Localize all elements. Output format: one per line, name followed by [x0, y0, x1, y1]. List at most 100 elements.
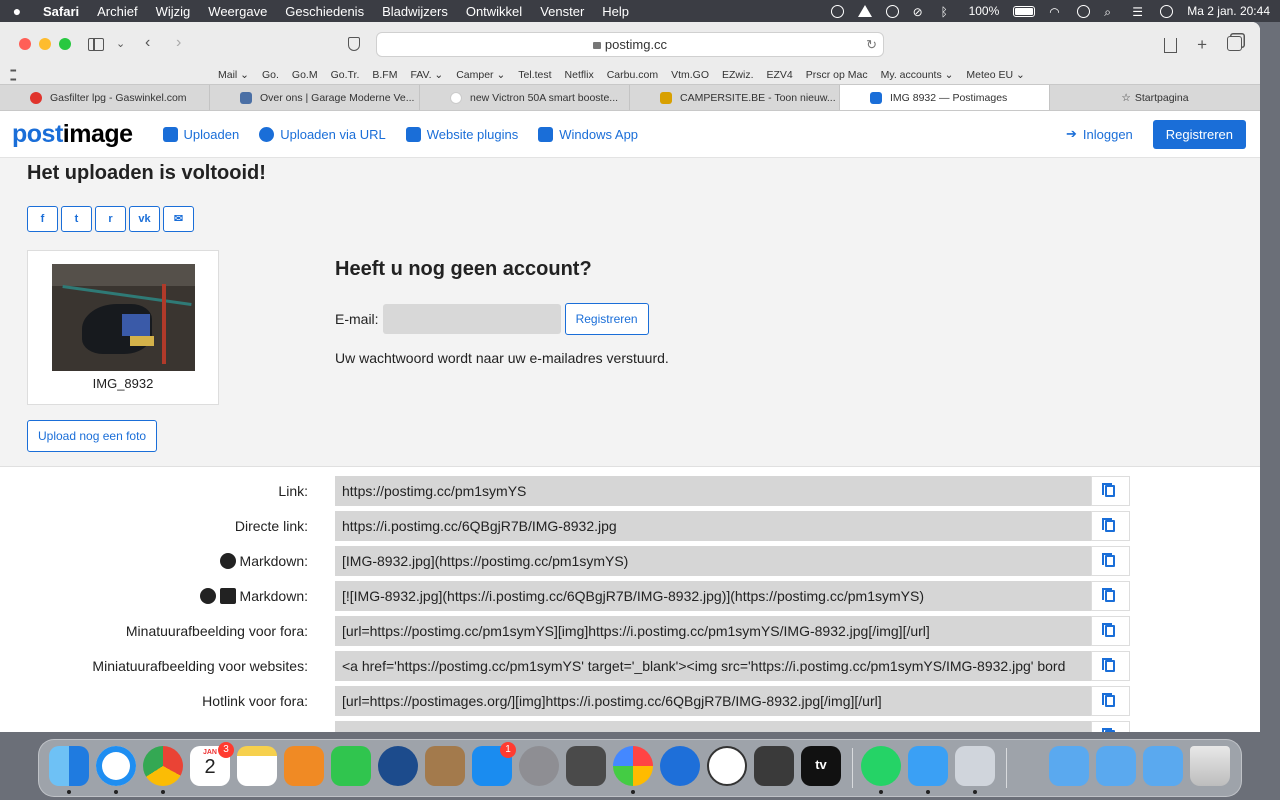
favorite-fav[interactable]: FAV. ⌄ — [410, 69, 443, 81]
numbers-icon[interactable] — [331, 746, 371, 786]
browser-tab[interactable]: CAMPERSITE.BE - Toon nieuw... — [630, 85, 840, 110]
menu-weergave[interactable]: Weergave — [199, 4, 276, 19]
drive-icon[interactable] — [857, 5, 872, 17]
twitter-share-icon[interactable]: t — [61, 206, 92, 232]
battery-icon[interactable] — [1013, 5, 1036, 17]
favorite-vtmgo[interactable]: Vtm.GO — [671, 69, 709, 81]
whatsapp-icon[interactable] — [861, 746, 901, 786]
favorite-bfm[interactable]: B.FM — [372, 69, 397, 81]
privacy-shield-icon[interactable] — [348, 37, 360, 51]
favorite-gotr[interactable]: Go.Tr. — [331, 69, 360, 81]
browser-tab[interactable]: Gasfilter lpg - Gaswinkel.com — [0, 85, 210, 110]
safari-icon[interactable] — [96, 746, 136, 786]
direct-link-value-field[interactable]: https://i.postimg.cc/6QBgjR7B/IMG-8932.j… — [335, 511, 1091, 541]
reddit-share-icon[interactable]: r — [95, 206, 126, 232]
contacts-icon[interactable] — [425, 746, 465, 786]
address-bar[interactable]: postimg.cc ↻ — [376, 32, 884, 57]
menu-geschiedenis[interactable]: Geschiedenis — [276, 4, 373, 19]
facebook-share-icon[interactable]: f — [27, 206, 58, 232]
favorite-netflix[interactable]: Netflix — [565, 69, 594, 81]
email-input[interactable] — [382, 304, 561, 334]
vk-share-icon[interactable]: vk — [129, 206, 160, 232]
favorites-grid-icon[interactable]: ▪▪▪ ▪▪▪ — [10, 66, 22, 84]
copy-button[interactable] — [1091, 651, 1130, 681]
share-icon[interactable] — [1164, 38, 1178, 53]
browser-tab[interactable]: new Victron 50A smart booste... — [420, 85, 630, 110]
reddit-markdown-value-field[interactable]: [IMG-8932.jpg](https://postimg.cc/pm1sym… — [335, 546, 1091, 576]
favorite-ezwiz[interactable]: EZwiz. — [722, 69, 754, 81]
chrome-icon[interactable] — [143, 746, 183, 786]
forward-button[interactable]: › — [176, 34, 181, 52]
menu-help[interactable]: Help — [593, 4, 638, 19]
browser-tab[interactable]: Over ons | Garage Moderne Ve... — [210, 85, 420, 110]
favorite-accounts[interactable]: My. accounts ⌄ — [881, 69, 954, 81]
favorite-meteo[interactable]: Meteo EU ⌄ — [966, 69, 1024, 81]
register-button[interactable]: Registreren — [1152, 119, 1246, 149]
close-window-button[interactable] — [19, 38, 31, 50]
uploaded-image-thumbnail[interactable] — [52, 264, 195, 371]
email-register-button[interactable]: Registreren — [564, 303, 649, 335]
menu-ontwikkel[interactable]: Ontwikkel — [457, 4, 531, 19]
app-store-icon[interactable]: 1 — [472, 742, 516, 786]
copy-button[interactable] — [1091, 616, 1130, 646]
photo-booth-icon[interactable] — [754, 746, 794, 786]
new-tab-icon[interactable]: + — [1197, 35, 1207, 55]
favorite-teltest[interactable]: Tel.test — [518, 69, 551, 81]
spotlight-icon[interactable]: ⌕ — [1104, 5, 1118, 19]
browser-tab-active[interactable]: IMG 8932 — Postimages — [840, 85, 1050, 110]
copy-button[interactable] — [1091, 581, 1130, 611]
wifi-icon[interactable]: ◠ — [1049, 5, 1063, 19]
postimage-logo[interactable]: postimage — [12, 120, 133, 149]
thumbnail-forum-value-field[interactable]: [url=https://postimg.cc/pm1symYS][img]ht… — [335, 616, 1091, 646]
system-settings-icon[interactable] — [519, 746, 559, 786]
menu-safari[interactable]: Safari — [34, 4, 88, 19]
bluetooth-icon[interactable]: ᛒ — [941, 5, 955, 19]
pages-icon[interactable] — [284, 746, 324, 786]
sidebar-toggle-icon[interactable] — [88, 38, 104, 51]
cut-off-value-field[interactable] — [335, 721, 1091, 732]
tab-overview-icon[interactable] — [1227, 36, 1242, 51]
menu-venster[interactable]: Venster — [531, 4, 593, 19]
favorite-ezv4[interactable]: EZV4 — [767, 69, 793, 81]
zoom-window-button[interactable] — [59, 38, 71, 50]
favorite-prscr[interactable]: Prscr op Mac — [806, 69, 868, 81]
finder-icon[interactable] — [49, 746, 89, 786]
copy-button[interactable] — [1091, 511, 1130, 541]
calculator-icon[interactable] — [566, 746, 606, 786]
siri-icon[interactable] — [1160, 4, 1174, 18]
trash-icon[interactable] — [1190, 746, 1230, 786]
back-button[interactable]: ‹ — [145, 34, 150, 52]
calendar-icon[interactable]: JAN 2 3 — [190, 742, 234, 786]
favorite-mail[interactable]: Mail ⌄ — [218, 69, 249, 81]
copy-button[interactable] — [1091, 686, 1130, 716]
copy-button[interactable] — [1091, 721, 1130, 732]
notification-icon[interactable] — [830, 4, 844, 18]
favorite-go[interactable]: Go. — [262, 69, 279, 81]
clock[interactable]: Ma 2 jan. 20:44 — [1187, 4, 1270, 18]
favorite-gom[interactable]: Go.M — [292, 69, 318, 81]
thumbnail-website-value-field[interactable]: <a href='https://postimg.cc/pm1symYS' ta… — [335, 651, 1091, 681]
apple-tv-icon[interactable]: tv — [801, 746, 841, 786]
favorite-camper[interactable]: Camper ⌄ — [456, 69, 505, 81]
reload-icon[interactable]: ↻ — [866, 33, 877, 56]
mail-icon[interactable] — [908, 746, 948, 786]
teamviewer-icon[interactable] — [660, 746, 700, 786]
copy-button[interactable] — [1091, 476, 1130, 506]
nav-website-plugins[interactable]: Website plugins — [405, 126, 518, 142]
documents-folder-icon[interactable] — [1143, 746, 1183, 786]
nav-windows-app[interactable]: Windows App — [538, 126, 638, 142]
apple-menu-icon[interactable]: ● — [0, 3, 34, 19]
clock-icon[interactable] — [707, 746, 747, 786]
login-link[interactable]: ➔ Inloggen — [1066, 126, 1133, 142]
favorite-carbu[interactable]: Carbu.com — [607, 69, 658, 81]
menu-archief[interactable]: Archief — [88, 4, 146, 19]
applications-folder-icon[interactable] — [1049, 746, 1089, 786]
menu-bladwijzers[interactable]: Bladwijzers — [373, 4, 457, 19]
network-icon[interactable]: ⊘ — [913, 5, 927, 19]
hotlink-forum-value-field[interactable]: [url=https://postimages.org/][img]https:… — [335, 686, 1091, 716]
github-markdown-value-field[interactable]: [![IMG-8932.jpg](https://i.postimg.cc/6Q… — [335, 581, 1091, 611]
time-machine-icon[interactable] — [885, 4, 899, 18]
link-value-field[interactable]: https://postimg.cc/pm1symYS — [335, 476, 1091, 506]
sidebar-menu-chevron-icon[interactable]: ⌄ — [116, 37, 125, 50]
preview-icon[interactable] — [955, 746, 995, 786]
